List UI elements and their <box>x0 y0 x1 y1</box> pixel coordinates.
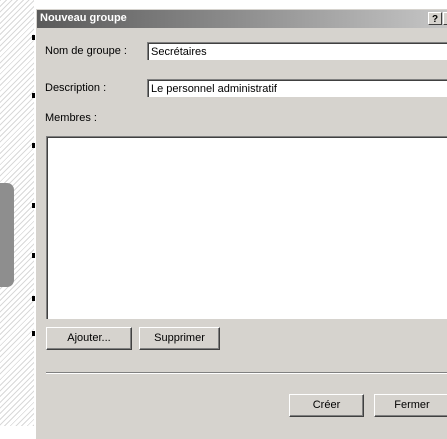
help-button[interactable]: ? <box>428 12 442 25</box>
members-list[interactable] <box>46 136 447 319</box>
group-name-label: Nom de groupe : <box>45 45 127 57</box>
create-button[interactable]: Créer <box>289 394 364 417</box>
description-field[interactable]: Le personnel administratif <box>147 79 447 97</box>
close-button[interactable]: Fermer <box>374 394 447 417</box>
group-name-field[interactable]: Secrétaires <box>147 42 447 60</box>
add-button[interactable]: Ajouter... <box>46 327 132 350</box>
new-group-dialog: Nouveau groupe ? x Nom de groupe : Secré… <box>35 8 447 439</box>
description-label: Description : <box>45 82 107 94</box>
members-label: Membres : <box>45 112 97 124</box>
close-title-button[interactable]: x <box>443 12 447 25</box>
remove-button[interactable]: Supprimer <box>139 327 220 350</box>
title-bar[interactable]: Nouveau groupe ? x <box>37 10 447 28</box>
dialog-title: Nouveau groupe <box>40 12 127 24</box>
separator-highlight <box>46 373 447 374</box>
background-tab <box>0 183 14 287</box>
